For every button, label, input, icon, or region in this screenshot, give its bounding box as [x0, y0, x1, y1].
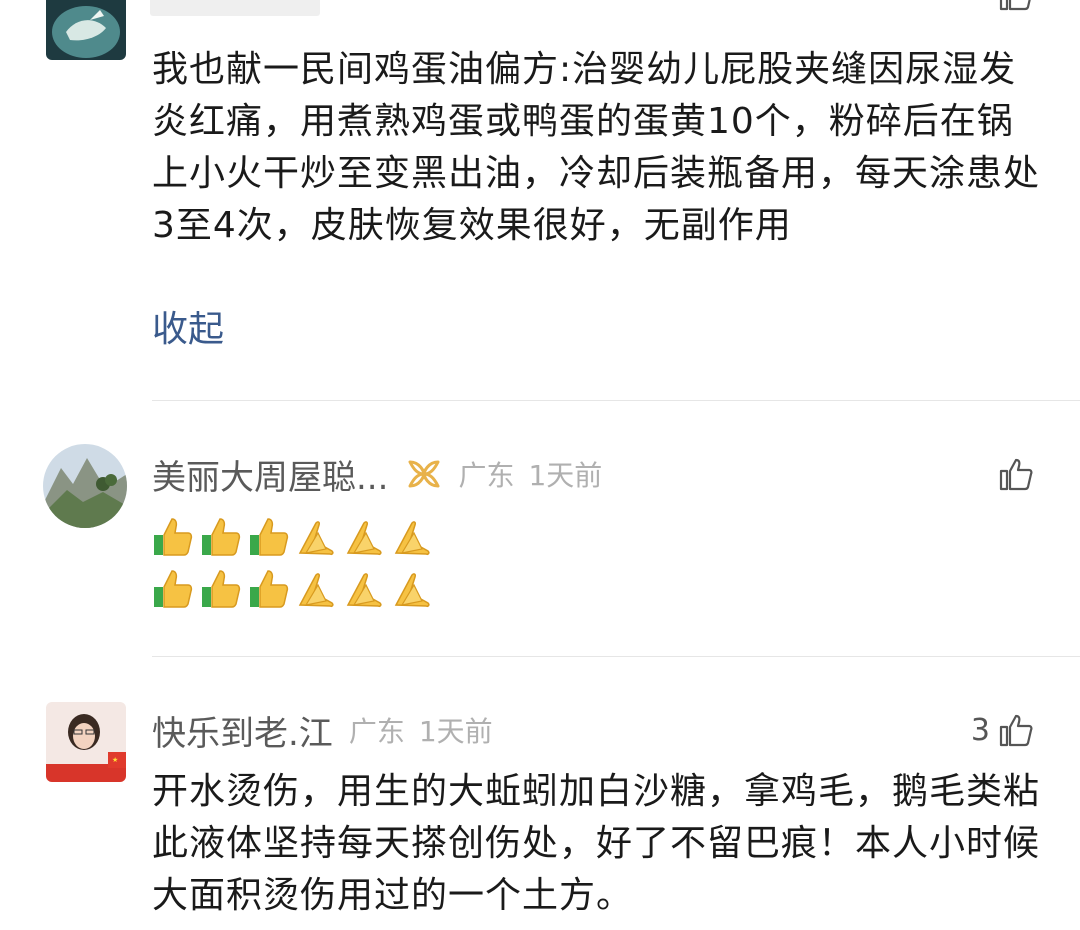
timestamp: 1天前 [528, 459, 603, 492]
comment-item-3: ★ 快乐到老.江 广东 1天前 3 开水烫伤，用生的大蚯蚓加白沙糖，拿鸡毛，鹅毛… [0, 656, 1080, 930]
woman-portrait-avatar-icon: ★ [46, 702, 126, 782]
comment-body: 我也献一民间鸡蛋油偏方:治婴幼儿屁股夹缝因尿湿发炎红痛，用煮熟鸡蛋或鸭蛋的蛋黄1… [152, 49, 1041, 246]
thumbs-up-emoji-icon [250, 570, 289, 608]
pray-emoji-icon [298, 521, 334, 555]
thumbs-up-emoji-icon [250, 518, 289, 556]
thumbs-up-icon [999, 0, 1031, 11]
ribbon-badge-icon [406, 458, 442, 490]
username[interactable]: 美丽大周屋聪... [152, 450, 388, 499]
timestamp: 1天前 [418, 715, 493, 748]
like-button[interactable] [998, 0, 1034, 12]
thumbs-up-icon [999, 458, 1033, 491]
username[interactable]: 快乐到老.江 [152, 706, 333, 755]
thumbs-up-emoji-icon [202, 570, 241, 608]
like-button[interactable]: 3 [971, 712, 1034, 748]
collapse-link[interactable]: 收起 [152, 304, 224, 356]
location: 广东 [348, 715, 405, 748]
comment-meta: 美丽大周屋聪... 广东 1天前 [152, 450, 603, 499]
pray-emoji-icon [394, 521, 430, 555]
thumbs-up-icon [999, 714, 1033, 747]
thumbs-up-emoji-icon [202, 518, 241, 556]
comment-item-1: 我也献一民间鸡蛋油偏方:治婴幼儿屁股夹缝因尿湿发炎红痛，用煮熟鸡蛋或鸭蛋的蛋黄1… [0, 0, 1080, 400]
like-count: 3 [970, 712, 990, 748]
pray-emoji-icon [346, 521, 382, 555]
location: 广东 [458, 459, 515, 492]
username-cut-off [150, 0, 330, 18]
mountain-landscape-avatar-icon [43, 444, 127, 528]
comment-body: 开水烫伤，用生的大蚯蚓加白沙糖，拿鸡毛，鹅毛类粘此液体坚持每天搽创伤处，好了不留… [152, 771, 1041, 916]
pray-emoji-icon [346, 573, 382, 607]
avatar[interactable]: ★ [46, 702, 126, 782]
pray-emoji-icon [394, 573, 430, 607]
like-button[interactable] [998, 456, 1034, 492]
horse-avatar-icon [46, 0, 126, 60]
thumbs-up-emoji-icon [154, 518, 193, 556]
emoji-row [152, 564, 434, 612]
emoji-row [152, 512, 434, 560]
svg-text:★: ★ [112, 756, 118, 764]
comment-item-2: 美丽大周屋聪... 广东 1天前 [0, 400, 1080, 656]
avatar[interactable] [43, 444, 127, 528]
thumbs-up-emoji-icon [154, 570, 193, 608]
pray-emoji-icon [298, 573, 334, 607]
comment-meta: 快乐到老.江 广东 1天前 [152, 706, 493, 755]
avatar[interactable] [46, 0, 126, 60]
